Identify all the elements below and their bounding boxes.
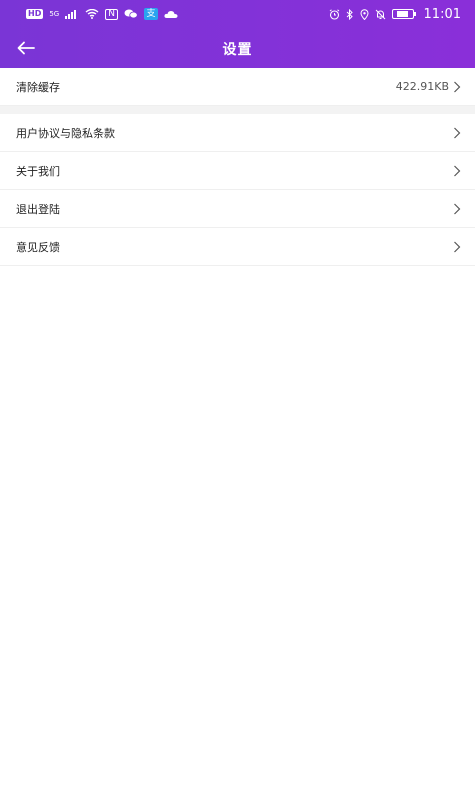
status-right: 11:01 <box>329 8 461 21</box>
logout-row[interactable]: 退出登陆 <box>0 190 475 228</box>
chevron-right-icon <box>454 127 461 138</box>
battery-icon <box>391 9 416 19</box>
page-title: 设置 <box>222 42 253 58</box>
bluetooth-icon <box>346 8 354 20</box>
wifi-icon <box>85 9 99 19</box>
feedback-row[interactable]: 意见反馈 <box>0 228 475 266</box>
wechat-icon <box>124 9 138 19</box>
logout-label: 退出登陆 <box>16 202 60 216</box>
chevron-right-icon <box>454 81 461 92</box>
nav-bar: 设置 <box>0 28 475 68</box>
chevron-right-icon <box>454 241 461 252</box>
signal-icon <box>65 9 79 19</box>
status-bar: HD 5G N 支 11:01 <box>0 0 475 28</box>
status-left: HD 5G N 支 <box>26 8 178 20</box>
section-spacer <box>0 106 475 114</box>
settings-list: 清除缓存 422.91KB 用户协议与隐私条款 关于我们 退出登陆 意见反馈 <box>0 68 475 266</box>
alarm-icon <box>329 8 340 20</box>
chevron-right-icon <box>454 165 461 176</box>
nfc-icon: N <box>105 8 118 20</box>
alipay-icon: 支 <box>143 8 158 20</box>
hd-badge: HD <box>26 9 44 19</box>
clear-cache-label: 清除缓存 <box>16 80 60 94</box>
about-us-row[interactable]: 关于我们 <box>0 152 475 190</box>
cache-size-value: 422.91KB <box>395 80 449 93</box>
clear-cache-right: 422.91KB <box>396 80 461 93</box>
feedback-label: 意见反馈 <box>16 240 60 254</box>
clear-cache-row[interactable]: 清除缓存 422.91KB <box>0 68 475 106</box>
cloud-icon <box>164 10 178 19</box>
chevron-right-icon <box>454 203 461 214</box>
network-badge: 5G <box>49 9 60 18</box>
location-icon <box>360 8 369 20</box>
user-agreement-row[interactable]: 用户协议与隐私条款 <box>0 114 475 152</box>
about-us-label: 关于我们 <box>16 164 60 178</box>
mute-bell-icon <box>375 9 386 20</box>
status-time: 11:01 <box>423 6 461 22</box>
header: HD 5G N 支 11:01 设置 <box>0 0 475 68</box>
user-agreement-label: 用户协议与隐私条款 <box>16 126 115 140</box>
